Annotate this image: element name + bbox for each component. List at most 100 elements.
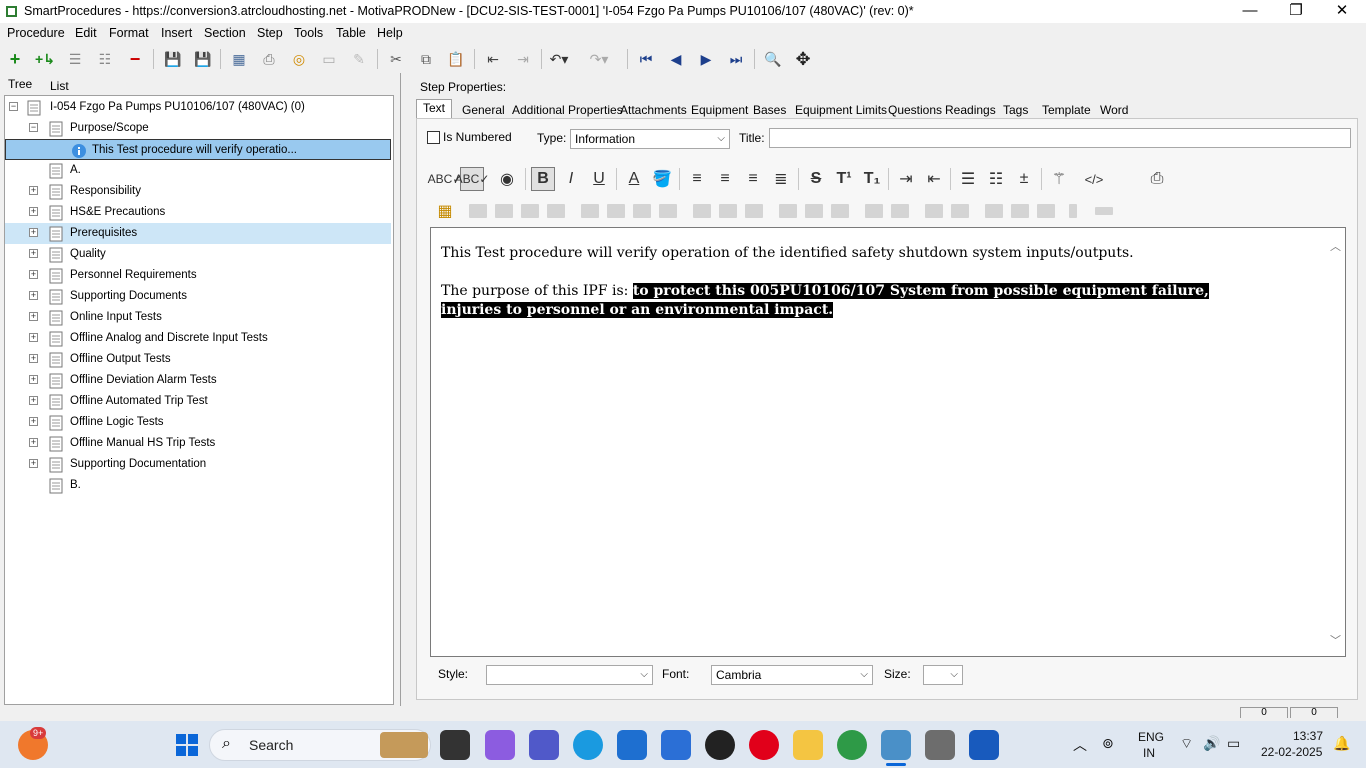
window-icon[interactable]: ▭ <box>318 48 340 70</box>
expand-icon[interactable]: + <box>29 312 38 321</box>
edge-icon[interactable] <box>573 730 603 760</box>
tree-item[interactable]: + HS&E Precautions <box>5 202 391 223</box>
expand-icon[interactable]: + <box>29 459 38 468</box>
expand-icon[interactable]: + <box>29 291 38 300</box>
maximize-button[interactable]: ❐ <box>1273 0 1319 23</box>
tree-item[interactable]: + Prerequisites <box>5 223 391 244</box>
expand-icon[interactable]: + <box>29 228 38 237</box>
store-icon[interactable] <box>617 730 647 760</box>
tab-general[interactable]: General <box>462 103 505 117</box>
spellcheck-auto-icon[interactable]: ABC✓ <box>455 167 489 191</box>
menu-tools[interactable]: Tools <box>294 26 323 40</box>
align-center-icon[interactable]: ≡ <box>713 167 737 191</box>
close-button[interactable]: ✕ <box>1319 0 1365 23</box>
insert-table-icon[interactable]: ▦ <box>433 199 457 223</box>
print-icon[interactable]: ⎙ <box>258 48 280 70</box>
word-icon[interactable] <box>969 730 999 760</box>
outdent-icon[interactable]: ⇤ <box>482 48 504 70</box>
expand-icon[interactable]: + <box>29 417 38 426</box>
taskbar-search[interactable]: ⌕ Search <box>209 729 431 761</box>
chrome-icon[interactable] <box>837 730 867 760</box>
tab-bases[interactable]: Bases <box>753 103 786 117</box>
tab-attachments[interactable]: Attachments <box>620 103 687 117</box>
minimize-button[interactable]: — <box>1227 0 1273 23</box>
paste-icon[interactable]: 📋 <box>445 48 467 70</box>
is-numbered-checkbox[interactable] <box>427 131 440 144</box>
tree-root[interactable]: − I-054 Fzgo Pa Pumps PU10106/107 (480VA… <box>5 97 391 118</box>
clock-date[interactable]: 22-02-2025 <box>1261 745 1322 759</box>
tree-item[interactable]: + Online Input Tests <box>5 307 391 328</box>
expand-icon[interactable]: + <box>29 438 38 447</box>
menu-insert[interactable]: Insert <box>161 26 192 40</box>
undo-icon[interactable]: ↶▾ <box>548 48 570 70</box>
tree-item[interactable]: + Offline Automated Trip Test <box>5 391 391 412</box>
justify-icon[interactable]: ≣ <box>769 167 793 191</box>
expand-icon[interactable]: + <box>29 186 38 195</box>
tree-item[interactable]: + Offline Manual HS Trip Tests <box>5 433 391 454</box>
highlight-icon[interactable]: 🪣 <box>650 167 674 191</box>
font-select[interactable]: Cambria ⌵ <box>711 665 873 685</box>
language-indicator[interactable]: ENG <box>1138 730 1164 744</box>
clock-time[interactable]: 13:37 <box>1293 729 1323 743</box>
cut-icon[interactable]: ✂ <box>385 48 407 70</box>
tree-item[interactable]: + Supporting Documentation <box>5 454 391 475</box>
sharepoint-icon[interactable] <box>661 730 691 760</box>
align-left-icon[interactable]: ≡ <box>685 167 709 191</box>
list-icon[interactable]: ☰ <box>64 48 86 70</box>
teams-icon[interactable] <box>529 730 559 760</box>
add-child-icon[interactable]: +↳ <box>34 48 56 70</box>
print-preview-icon[interactable]: ⎙ <box>1145 167 1169 191</box>
copy-icon[interactable]: ⧉ <box>415 48 437 70</box>
step-text-editor[interactable]: This Test procedure will verify operatio… <box>430 227 1346 657</box>
scroll-down-icon[interactable]: ﹀ <box>1330 632 1341 648</box>
superscript-icon[interactable]: T¹ <box>832 167 856 191</box>
strikethrough-icon[interactable]: S <box>804 167 828 191</box>
html-source-icon[interactable]: </> <box>1082 167 1106 191</box>
menu-procedure[interactable]: Procedure <box>7 26 65 40</box>
tree-item[interactable]: + Responsibility <box>5 181 391 202</box>
tab-readings[interactable]: Readings <box>945 103 996 117</box>
tray-chevron-up-icon[interactable]: ︿ <box>1073 735 1087 755</box>
expand-icon[interactable]: + <box>29 354 38 363</box>
align-right-icon[interactable]: ≡ <box>741 167 765 191</box>
expand-icon[interactable]: + <box>29 396 38 405</box>
tree-item[interactable]: B. <box>5 475 391 496</box>
title-input[interactable] <box>769 128 1351 148</box>
subscript-icon[interactable]: T₁ <box>860 167 884 191</box>
task-view-icon[interactable] <box>440 730 470 760</box>
save-all-icon[interactable]: 💾 <box>192 48 214 70</box>
decrease-indent-icon[interactable]: ⇤ <box>922 167 946 191</box>
wifi-icon[interactable]: ⌔ <box>1180 735 1193 753</box>
tab-equipment-limits[interactable]: Equipment Limits <box>795 103 887 117</box>
file-explorer-icon[interactable] <box>793 730 823 760</box>
opera-icon[interactable] <box>749 730 779 760</box>
battery-icon[interactable]: ▭ <box>1227 735 1240 752</box>
tab-additional-properties[interactable]: Additional Properties <box>512 103 623 117</box>
smartprocedures-taskbar-icon[interactable] <box>881 730 911 760</box>
last-icon[interactable]: ⏭ <box>725 48 747 70</box>
bold-icon[interactable]: B <box>531 167 555 191</box>
underline-icon[interactable]: U <box>587 167 611 191</box>
find-icon[interactable]: 🔍 <box>762 48 784 70</box>
expand-icon[interactable]: + <box>29 333 38 342</box>
network-status-icon[interactable]: ⊚ <box>1102 735 1114 752</box>
scroll-up-icon[interactable]: ︿ <box>1330 238 1341 254</box>
first-icon[interactable]: ⏮ <box>635 48 657 70</box>
style-select[interactable]: ⌵ <box>486 665 653 685</box>
numbered-list-icon[interactable]: ☷ <box>984 167 1008 191</box>
redo-icon[interactable]: ↷▾ <box>588 48 610 70</box>
spellcheck-icon[interactable]: ABC✓ <box>428 167 463 191</box>
insert-line-icon[interactable]: ± <box>1012 167 1036 191</box>
tab-questions[interactable]: Questions <box>888 103 942 117</box>
list-outline-icon[interactable]: ☷ <box>94 48 116 70</box>
font-color-icon[interactable]: A <box>622 167 646 191</box>
previous-icon[interactable]: ◀ <box>665 48 687 70</box>
tree-item-purpose[interactable]: − Purpose/Scope <box>5 118 391 139</box>
expand-icon[interactable]: + <box>29 249 38 258</box>
expand-icon[interactable]: + <box>29 375 38 384</box>
expand-icon[interactable]: + <box>29 207 38 216</box>
tree-item[interactable]: + Offline Analog and Discrete Input Tests <box>5 328 391 349</box>
tree-item[interactable]: + Quality <box>5 244 391 265</box>
expand-icon[interactable]: + <box>29 270 38 279</box>
menu-help[interactable]: Help <box>377 26 403 40</box>
